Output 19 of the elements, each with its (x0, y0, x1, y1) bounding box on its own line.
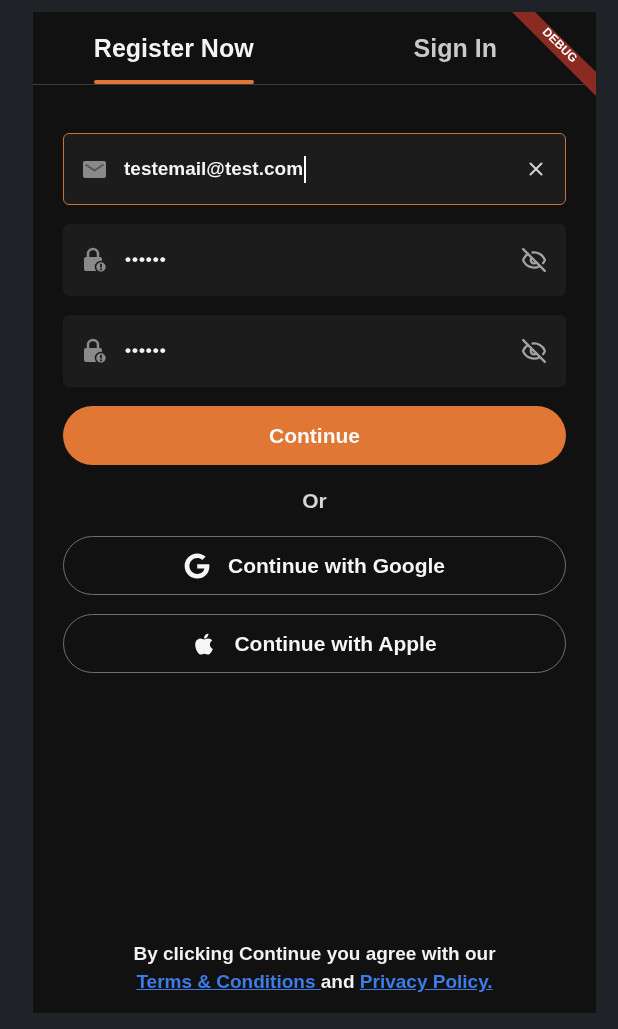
field-value: testemail@test.com (124, 158, 304, 180)
eye-off-icon[interactable] (521, 247, 547, 273)
tab[interactable]: Register Now (93, 12, 254, 84)
field-value: •••••• (125, 250, 167, 270)
google-g-icon (184, 552, 210, 579)
tab[interactable]: Sign In (413, 12, 497, 84)
eye-off-icon[interactable] (521, 338, 547, 364)
text-cursor-icon (304, 155, 307, 183)
terms-notice: By clicking Continue you agree with our Terms & Conditions and Privacy Policy. (133, 942, 496, 994)
lock-icon (83, 247, 107, 273)
policy-link[interactable]: Terms & Conditions (136, 971, 321, 992)
policy-link[interactable]: Privacy Policy. (359, 971, 493, 992)
field-value: •••••• (125, 341, 167, 361)
password-field[interactable]: •••••• (63, 315, 566, 387)
password-field[interactable]: •••••• (63, 224, 566, 296)
or-separator: Or (302, 488, 327, 513)
mail-icon (83, 160, 106, 178)
lock-icon (83, 338, 107, 364)
email-field[interactable]: testemail@test.com (63, 133, 566, 205)
